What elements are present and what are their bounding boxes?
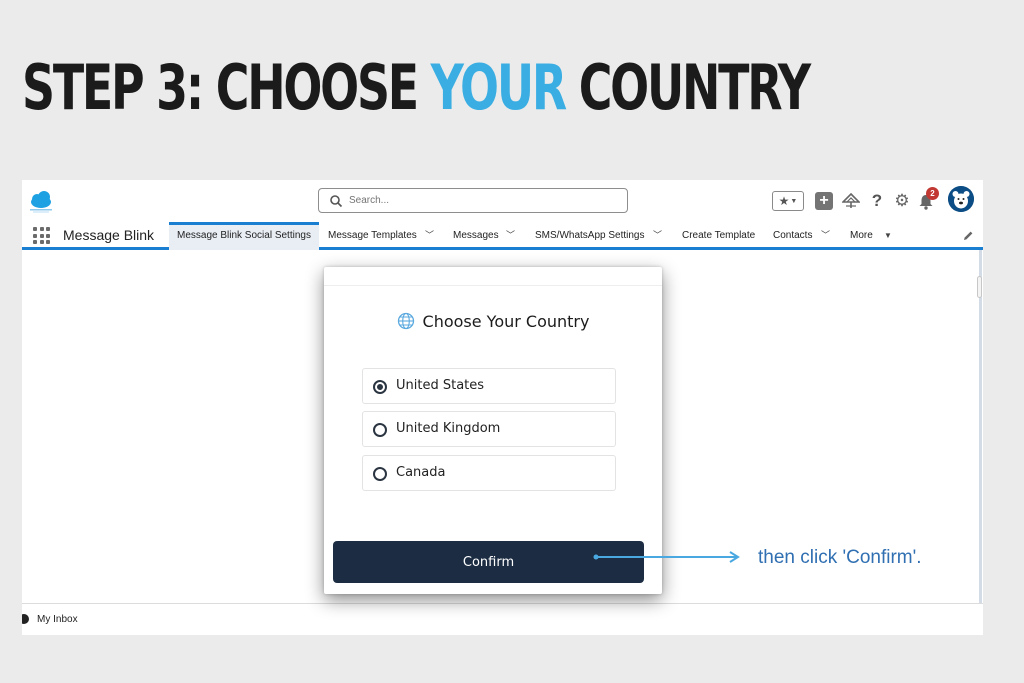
search-icon: [330, 195, 343, 208]
tab-label: Create Template: [682, 230, 756, 241]
chevron-down-icon[interactable]: ﹀: [653, 222, 662, 249]
tab-label: Message Templates: [328, 230, 417, 241]
radio-selected[interactable]: [373, 380, 387, 394]
choose-country-modal: Choose Your Country United States United…: [324, 267, 662, 594]
notification-badge: 2: [926, 187, 939, 200]
globe-icon: [397, 312, 414, 330]
gear-icon[interactable]: ⚙: [891, 188, 913, 214]
trailhead-icon: [842, 193, 860, 208]
tab-label: SMS/WhatsApp Settings: [535, 230, 645, 241]
chevron-down-icon[interactable]: ﹀: [821, 222, 830, 249]
utility-bar: My Inbox: [22, 603, 983, 635]
chevron-down-icon: ▼: [790, 197, 798, 205]
tab-label: More: [850, 230, 873, 241]
my-inbox-link[interactable]: My Inbox: [37, 604, 78, 635]
edit-nav-icon[interactable]: [962, 230, 974, 242]
scrollbar-handle[interactable]: [977, 276, 982, 298]
tab-sms-whatsapp-settings[interactable]: SMS/WhatsApp Settings ﹀: [535, 222, 665, 250]
search-placeholder: Search...: [349, 195, 390, 206]
trailhead-button[interactable]: [840, 188, 862, 214]
favorites-button[interactable]: ★ ▼: [772, 191, 804, 211]
inbox-icon[interactable]: [22, 614, 29, 624]
chevron-down-icon[interactable]: ﹀: [506, 222, 515, 249]
search-input[interactable]: Search...: [318, 188, 628, 213]
chevron-down-icon[interactable]: ﹀: [425, 222, 434, 249]
country-option-united-states[interactable]: United States: [362, 368, 616, 404]
cloud-logo-icon[interactable]: [26, 188, 56, 214]
global-actions-button[interactable]: +: [815, 192, 833, 210]
radio-unselected[interactable]: [373, 467, 387, 481]
tab-label: Contacts: [773, 230, 813, 241]
country-option-canada[interactable]: Canada: [362, 455, 616, 491]
callout-arrow-icon: [593, 551, 740, 563]
tab-label: Messages: [453, 230, 499, 241]
title-prefix: STEP 3: CHOOSE: [22, 51, 419, 124]
country-label: United Kingdom: [396, 421, 501, 436]
title-suffix: COUNTRY: [578, 51, 811, 124]
radio-unselected[interactable]: [373, 423, 387, 437]
plus-icon: +: [819, 192, 829, 209]
star-icon: ★: [778, 194, 790, 208]
content-edge: [979, 250, 982, 603]
bear-avatar-icon: [948, 186, 974, 212]
app-launcher-icon[interactable]: [33, 227, 50, 244]
modal-title: Choose Your Country: [422, 311, 590, 331]
app-navigation: Message Blink Message Blink Social Setti…: [22, 222, 983, 250]
tab-more[interactable]: More ▼: [850, 222, 896, 250]
tab-contacts[interactable]: Contacts ﹀: [773, 222, 833, 250]
country-option-united-kingdom[interactable]: United Kingdom: [362, 411, 616, 447]
callout-text: then click 'Confirm'.: [758, 547, 922, 568]
title-highlight: YOUR: [430, 51, 568, 124]
avatar[interactable]: [948, 186, 974, 212]
tab-messages[interactable]: Messages ﹀: [453, 222, 519, 250]
global-header: Search... ★ ▼ + ? ⚙ 2: [22, 180, 983, 222]
tab-create-template[interactable]: Create Template: [682, 222, 755, 250]
modal-header: Choose Your Country: [324, 309, 662, 333]
help-icon[interactable]: ?: [868, 188, 886, 214]
country-label: United States: [396, 378, 485, 393]
modal-divider: [324, 285, 662, 286]
country-label: Canada: [396, 465, 446, 480]
tab-label: Message Blink Social Settings: [177, 230, 311, 241]
tab-message-blink-social-settings[interactable]: Message Blink Social Settings: [169, 222, 319, 250]
tab-message-templates[interactable]: Message Templates ﹀: [328, 222, 436, 250]
confirm-button[interactable]: Confirm: [333, 541, 644, 583]
app-name: Message Blink: [63, 227, 155, 243]
caret-down-icon[interactable]: ▼: [884, 222, 892, 249]
page-title: STEP 3: CHOOSE YOUR COUNTRY: [22, 51, 811, 124]
